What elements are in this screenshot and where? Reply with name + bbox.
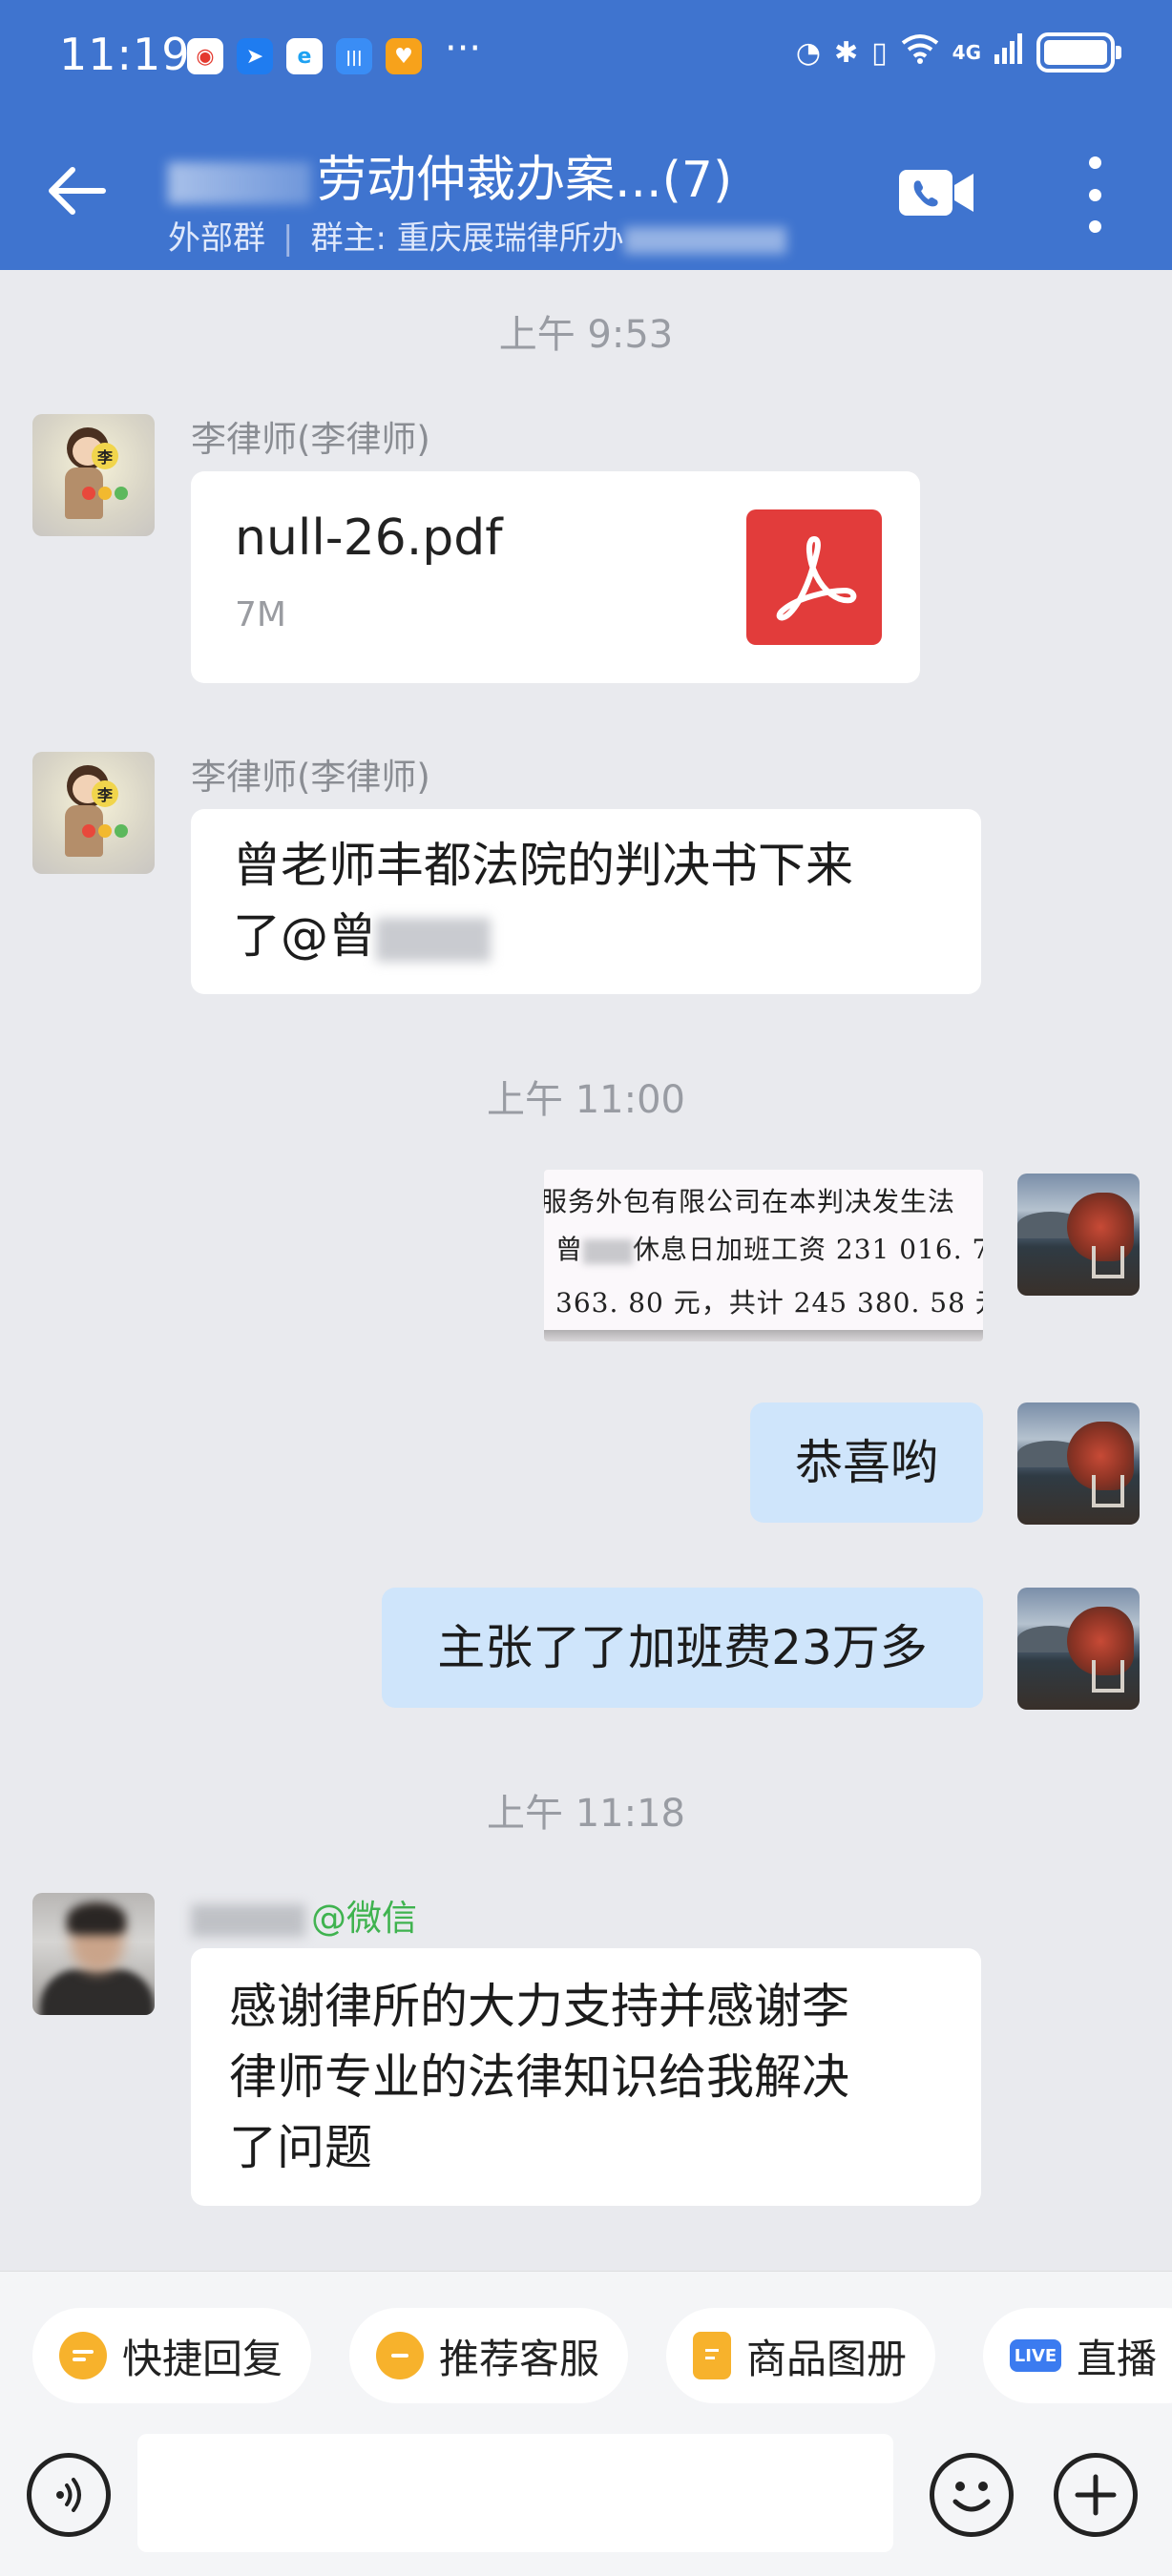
signal-icon bbox=[994, 33, 1023, 72]
message-line: 感谢律所的大力支持并感谢李 bbox=[229, 1979, 849, 2034]
avatar[interactable] bbox=[1017, 1402, 1140, 1525]
text-message[interactable]: 主张了了加班费23万多 bbox=[382, 1588, 983, 1708]
timestamp: 上午 9:53 bbox=[498, 313, 674, 357]
chat-title[interactable]: 劳动仲裁办案...(7) bbox=[168, 139, 732, 211]
redacted-text bbox=[376, 917, 491, 962]
vibrate-icon: ▯ bbox=[871, 35, 888, 70]
weibo-icon: ◉ bbox=[187, 38, 223, 74]
file-message-card[interactable]: null-26.pdf 7M bbox=[191, 471, 920, 683]
text-message[interactable]: 恭喜哟 bbox=[750, 1402, 983, 1523]
sender-name: @微信 bbox=[191, 1889, 417, 1941]
bluetooth-icon: ✱ bbox=[834, 35, 859, 70]
message-input[interactable] bbox=[137, 2434, 893, 2552]
catalog-icon bbox=[693, 2332, 731, 2379]
video-call-button[interactable] bbox=[897, 164, 975, 221]
chat-header: 11:19 ◉ ➤ e ||| ♥ ··· ◔ ✱ ▯ 4G 劳动仲裁办案...… bbox=[0, 0, 1172, 270]
image-text-line: 曾休息日加班工资 231 016. 78 bbox=[555, 1234, 983, 1265]
redacted-text bbox=[623, 226, 786, 254]
avatar[interactable]: 李 bbox=[32, 752, 155, 874]
image-message[interactable]: 服务外包有限公司在本判决发生法 曾休息日加班工资 231 016. 78 363… bbox=[544, 1170, 983, 1341]
status-time: 11:19 bbox=[59, 29, 191, 80]
emoji-button[interactable] bbox=[930, 2453, 1014, 2537]
messaging-app-icon: ♥ bbox=[386, 38, 422, 74]
quick-reply-chip[interactable]: 快捷回复 bbox=[32, 2308, 312, 2403]
redacted-text bbox=[168, 162, 311, 204]
message-line: 曾老师丰都法院的判决书下来 bbox=[233, 838, 853, 893]
bottom-panel: 快捷回复 推荐客服 商品图册 LIVE 直播 bbox=[0, 2271, 1172, 2576]
group-owner-label: 群主: 重庆展瑞律所办 bbox=[310, 219, 624, 258]
text-message[interactable]: 曾老师丰都法院的判决书下来 了@曾 bbox=[191, 809, 981, 994]
catalog-chip[interactable]: 商品图册 bbox=[666, 2308, 936, 2403]
pdf-icon bbox=[746, 509, 882, 645]
status-indicators: ◔ ✱ ▯ 4G bbox=[795, 32, 1121, 73]
avatar[interactable] bbox=[1017, 1174, 1140, 1296]
avatar[interactable]: 李 bbox=[32, 414, 155, 536]
image-text-line: 363. 80 元，共计 245 380. 58 元； bbox=[555, 1287, 983, 1319]
chat-subtitle: 外部群 | 群主: 重庆展瑞律所办 bbox=[168, 212, 786, 259]
location-app-icon: ➤ bbox=[237, 38, 273, 74]
voice-icon bbox=[56, 2478, 81, 2512]
text-message[interactable]: 感谢律所的大力支持并感谢李 律师专业的法律知识给我解决 了问题 bbox=[191, 1948, 981, 2206]
chat-bubble-icon bbox=[376, 2332, 424, 2379]
hd-icon: ◔ bbox=[795, 35, 821, 70]
edge-browser-icon: e bbox=[286, 38, 323, 74]
quick-reply-icon bbox=[59, 2332, 107, 2379]
voice-input-button[interactable] bbox=[27, 2453, 111, 2537]
message-line-text: 了@曾 bbox=[233, 908, 376, 964]
chip-label: 推荐客服 bbox=[439, 2335, 600, 2382]
file-name: null-26.pdf bbox=[235, 509, 503, 567]
image-text-line: 服务外包有限公司在本判决发生法 bbox=[544, 1186, 956, 1217]
avatar[interactable] bbox=[32, 1893, 155, 2015]
more-functions-button[interactable] bbox=[1054, 2453, 1138, 2537]
video-call-icon bbox=[899, 170, 973, 216]
chip-label: 直播 bbox=[1077, 2335, 1158, 2382]
wechat-tag: @微信 bbox=[311, 1898, 417, 1939]
timestamp: 上午 11:18 bbox=[487, 1792, 685, 1836]
live-icon: LIVE bbox=[1010, 2339, 1061, 2372]
battery-icon bbox=[1036, 32, 1121, 73]
timestamp: 上午 11:00 bbox=[487, 1078, 685, 1122]
live-chip[interactable]: LIVE 直播 bbox=[983, 2308, 1172, 2403]
more-vertical-icon bbox=[1088, 156, 1101, 169]
avatar[interactable] bbox=[1017, 1588, 1140, 1710]
more-options-button[interactable] bbox=[1073, 156, 1117, 233]
smiley-icon bbox=[952, 2482, 991, 2512]
sender-name: 李律师(李律师) bbox=[191, 757, 430, 798]
message-line: 了问题 bbox=[229, 2120, 372, 2175]
status-more-dots: ··· bbox=[445, 27, 482, 71]
subtitle-divider: | bbox=[283, 219, 294, 258]
back-button[interactable] bbox=[38, 153, 115, 229]
chip-label: 商品图册 bbox=[746, 2335, 908, 2382]
audio-app-icon: ||| bbox=[336, 38, 372, 74]
recommend-service-chip[interactable]: 推荐客服 bbox=[349, 2308, 629, 2403]
back-arrow-icon bbox=[49, 167, 106, 215]
message-line: 律师专业的法律知识给我解决 bbox=[229, 2049, 849, 2105]
redacted-text bbox=[191, 1903, 305, 1937]
network-type: 4G bbox=[952, 41, 981, 64]
sender-name: 李律师(李律师) bbox=[191, 419, 430, 460]
group-type-label: 外部群 bbox=[168, 219, 265, 258]
chip-label: 快捷回复 bbox=[122, 2335, 283, 2382]
file-size: 7M bbox=[235, 595, 286, 634]
wifi-icon bbox=[901, 33, 939, 72]
plus-icon bbox=[1075, 2474, 1117, 2516]
status-bar: 11:19 ◉ ➤ e ||| ♥ ··· ◔ ✱ ▯ 4G bbox=[0, 0, 1172, 114]
message-line: 了@曾 bbox=[233, 901, 939, 971]
chat-title-text: 劳动仲裁办案...(7) bbox=[317, 152, 733, 209]
